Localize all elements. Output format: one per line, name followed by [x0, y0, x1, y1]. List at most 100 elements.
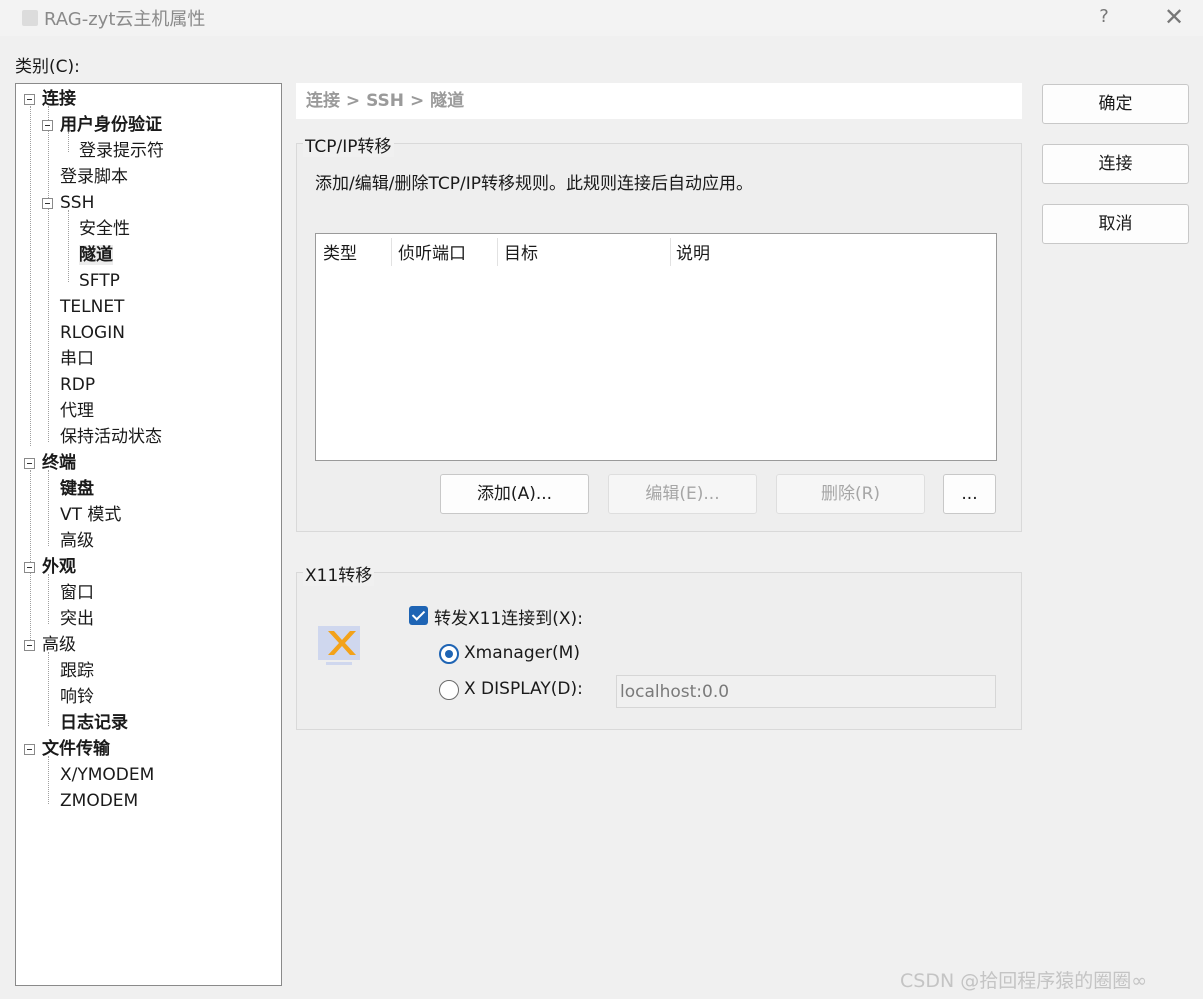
tree-item-trace[interactable]: 跟踪: [60, 658, 94, 684]
tree-line: [30, 106, 31, 446]
tree-item-ssh[interactable]: SSH: [42, 190, 94, 216]
collapse-icon[interactable]: [24, 562, 35, 573]
tree-item-label: 登录脚本: [60, 167, 128, 187]
tree-line: [68, 210, 69, 282]
tree-item-label: 终端: [42, 453, 76, 473]
tree-item-label: 登录提示符: [79, 141, 164, 161]
tree-line: [48, 756, 49, 804]
category-tree[interactable]: 连接 用户身份验证 登录提示符 登录脚本 SSH 安全性 隧道 SFTP TEL…: [15, 83, 282, 986]
breadcrumb: 连接 > SSH > 隧道: [296, 83, 1022, 119]
x11-group-title: X11转移: [303, 561, 375, 586]
tree-item-tunnel[interactable]: 隧道: [79, 242, 113, 268]
tree-item-advanced[interactable]: 高级: [24, 632, 76, 658]
tcpip-description: 添加/编辑/删除TCP/IP转移规则。此规则连接后自动应用。: [315, 174, 753, 194]
tree-item-label: 保持活动状态: [60, 427, 162, 447]
tree-item-rlogin[interactable]: RLOGIN: [60, 320, 125, 346]
tree-item-appearance[interactable]: 外观: [24, 554, 76, 580]
collapse-icon[interactable]: [24, 458, 35, 469]
tree-item-label: 串口: [60, 349, 94, 369]
tree-item-user-auth[interactable]: 用户身份验证: [42, 112, 162, 138]
tree-item-label: 高级: [42, 635, 76, 655]
cancel-button[interactable]: 取消: [1042, 204, 1189, 244]
tree-item-label: VT 模式: [60, 505, 122, 525]
column-separator[interactable]: [670, 238, 671, 266]
tree-item-zmodem[interactable]: ZMODEM: [60, 788, 138, 814]
forward-x11-label[interactable]: 转发X11连接到(X):: [434, 604, 583, 629]
tree-item-label: TELNET: [60, 297, 125, 317]
close-button[interactable]: ✕: [1154, 2, 1194, 32]
tree-item-label: 高级: [60, 531, 94, 551]
tree-item-logging[interactable]: 日志记录: [60, 710, 128, 736]
tree-item-label: 突出: [60, 609, 94, 629]
tree-item-label: SSH: [60, 193, 95, 213]
tree-item-terminal-advanced[interactable]: 高级: [60, 528, 94, 554]
edit-rule-button[interactable]: 编辑(E)...: [608, 474, 757, 514]
tree-item-label: 响铃: [60, 687, 94, 707]
tree-item-login-script[interactable]: 登录脚本: [60, 164, 128, 190]
forward-x11-checkbox[interactable]: [409, 606, 428, 625]
tree-line: [48, 574, 49, 624]
tree-item-telnet[interactable]: TELNET: [60, 294, 124, 320]
help-button[interactable]: ?: [1084, 2, 1124, 32]
collapse-icon[interactable]: [24, 744, 35, 755]
tree-item-connection[interactable]: 连接: [24, 86, 76, 112]
tree-line: [48, 106, 49, 442]
tree-item-label: 窗口: [60, 583, 94, 603]
tree-item-label: 用户身份验证: [60, 115, 162, 135]
delete-rule-button[interactable]: 删除(R): [776, 474, 925, 514]
column-separator[interactable]: [391, 238, 392, 266]
tree-item-login-prompt[interactable]: 登录提示符: [79, 138, 164, 164]
column-header-type[interactable]: 类型: [323, 239, 357, 264]
tree-item-keyboard[interactable]: 键盘: [60, 476, 94, 502]
tree-line: [48, 652, 49, 726]
tree-item-label: RDP: [60, 375, 96, 395]
column-header-target[interactable]: 目标: [504, 239, 538, 264]
watermark: CSDN @拾回程序猿的圈圈∞: [900, 970, 1148, 992]
column-header-listen-port[interactable]: 侦听端口: [398, 239, 466, 264]
xmanager-radio-label[interactable]: Xmanager(M): [464, 643, 580, 663]
category-label: 类别(C):: [15, 57, 80, 77]
xdisplay-input[interactable]: [616, 675, 996, 708]
xmanager-radio[interactable]: [439, 644, 459, 664]
app-icon: [22, 10, 38, 26]
tree-item-window[interactable]: 窗口: [60, 580, 94, 606]
tree-item-label: 日志记录: [60, 713, 128, 733]
collapse-icon[interactable]: [24, 640, 35, 651]
tree-item-label: 隧道: [79, 245, 113, 265]
tree-item-label: 键盘: [60, 479, 94, 499]
tree-item-proxy[interactable]: 代理: [60, 398, 94, 424]
tree-item-label: 代理: [60, 401, 94, 421]
collapse-icon[interactable]: [42, 120, 53, 131]
tree-item-terminal[interactable]: 终端: [24, 450, 76, 476]
column-header-description[interactable]: 说明: [676, 239, 710, 264]
tree-item-label: ZMODEM: [60, 791, 139, 811]
tree-item-sftp[interactable]: SFTP: [79, 268, 120, 294]
xdisplay-radio[interactable]: [439, 680, 459, 700]
connect-button[interactable]: 连接: [1042, 144, 1189, 184]
tree-item-label: SFTP: [79, 271, 120, 291]
tree-item-file-transfer[interactable]: 文件传输: [24, 736, 110, 762]
xdisplay-radio-label[interactable]: X DISPLAY(D):: [464, 679, 583, 699]
tree-item-xymodem[interactable]: X/YMODEM: [60, 762, 154, 788]
more-button[interactable]: ...: [943, 474, 996, 514]
collapse-icon[interactable]: [24, 94, 35, 105]
tree-item-security[interactable]: 安全性: [79, 216, 130, 242]
xmanager-icon: [318, 626, 360, 666]
tree-item-rdp[interactable]: RDP: [60, 372, 95, 398]
add-rule-button[interactable]: 添加(A)...: [440, 474, 589, 514]
tree-item-label: RLOGIN: [60, 323, 125, 343]
title-bar: RAG-zyt云主机属性 ? ✕: [0, 0, 1203, 36]
ok-button[interactable]: 确定: [1042, 84, 1189, 124]
tree-item-highlight[interactable]: 突出: [60, 606, 94, 632]
tree-item-serial[interactable]: 串口: [60, 346, 94, 372]
tree-item-keepalive[interactable]: 保持活动状态: [60, 424, 162, 450]
tree-item-label: 安全性: [79, 219, 130, 239]
window-title: RAG-zyt云主机属性: [44, 9, 206, 30]
forwarding-rules-list[interactable]: 类型 侦听端口 目标 说明: [315, 233, 997, 461]
column-separator[interactable]: [497, 238, 498, 266]
tree-item-label: 外观: [42, 557, 76, 577]
tree-item-bell[interactable]: 响铃: [60, 684, 94, 710]
tree-item-label: X/YMODEM: [60, 765, 155, 785]
collapse-icon[interactable]: [42, 198, 53, 209]
tree-item-vt-mode[interactable]: VT 模式: [60, 502, 121, 528]
